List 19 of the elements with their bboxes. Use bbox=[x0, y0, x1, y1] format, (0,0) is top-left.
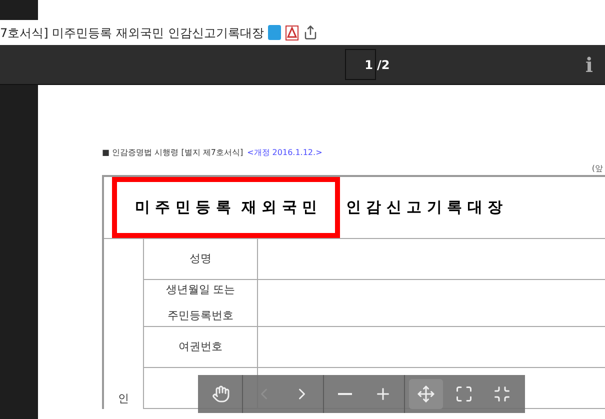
page-total: /2 bbox=[377, 56, 390, 74]
dark-block bbox=[0, 0, 38, 20]
field-label-text: 여권번호 bbox=[178, 338, 222, 355]
section-label-cell: 인 bbox=[104, 239, 144, 409]
field-label-text: 주민등록번호 bbox=[168, 308, 234, 324]
form-title: 미 주 민 등 록 재 외 국 민 bbox=[112, 177, 340, 238]
info-button[interactable]: i bbox=[585, 50, 593, 80]
fit-page-button[interactable] bbox=[409, 379, 443, 409]
page-number-field[interactable]: 1 bbox=[345, 49, 376, 80]
page-side-note: (앞 bbox=[592, 163, 603, 175]
field-label-text: 성명 bbox=[190, 250, 212, 267]
revision-date: <개정 2016.1.12.> bbox=[247, 147, 322, 159]
share-icon[interactable] bbox=[302, 25, 318, 40]
field-label-text: 생년월일 또는 bbox=[166, 282, 236, 298]
form-title: 인 감 신 고 기 록 대 장 bbox=[346, 197, 503, 218]
pdf-file-icon[interactable] bbox=[284, 24, 299, 40]
document-file-icon[interactable] bbox=[268, 25, 281, 40]
form-reference: ■ 인감증명법 시행령 [별지 제7호서식] bbox=[102, 147, 244, 159]
document-title: 7호서식] 미주민등록 재외국민 인감신고기록대장 bbox=[0, 24, 264, 42]
